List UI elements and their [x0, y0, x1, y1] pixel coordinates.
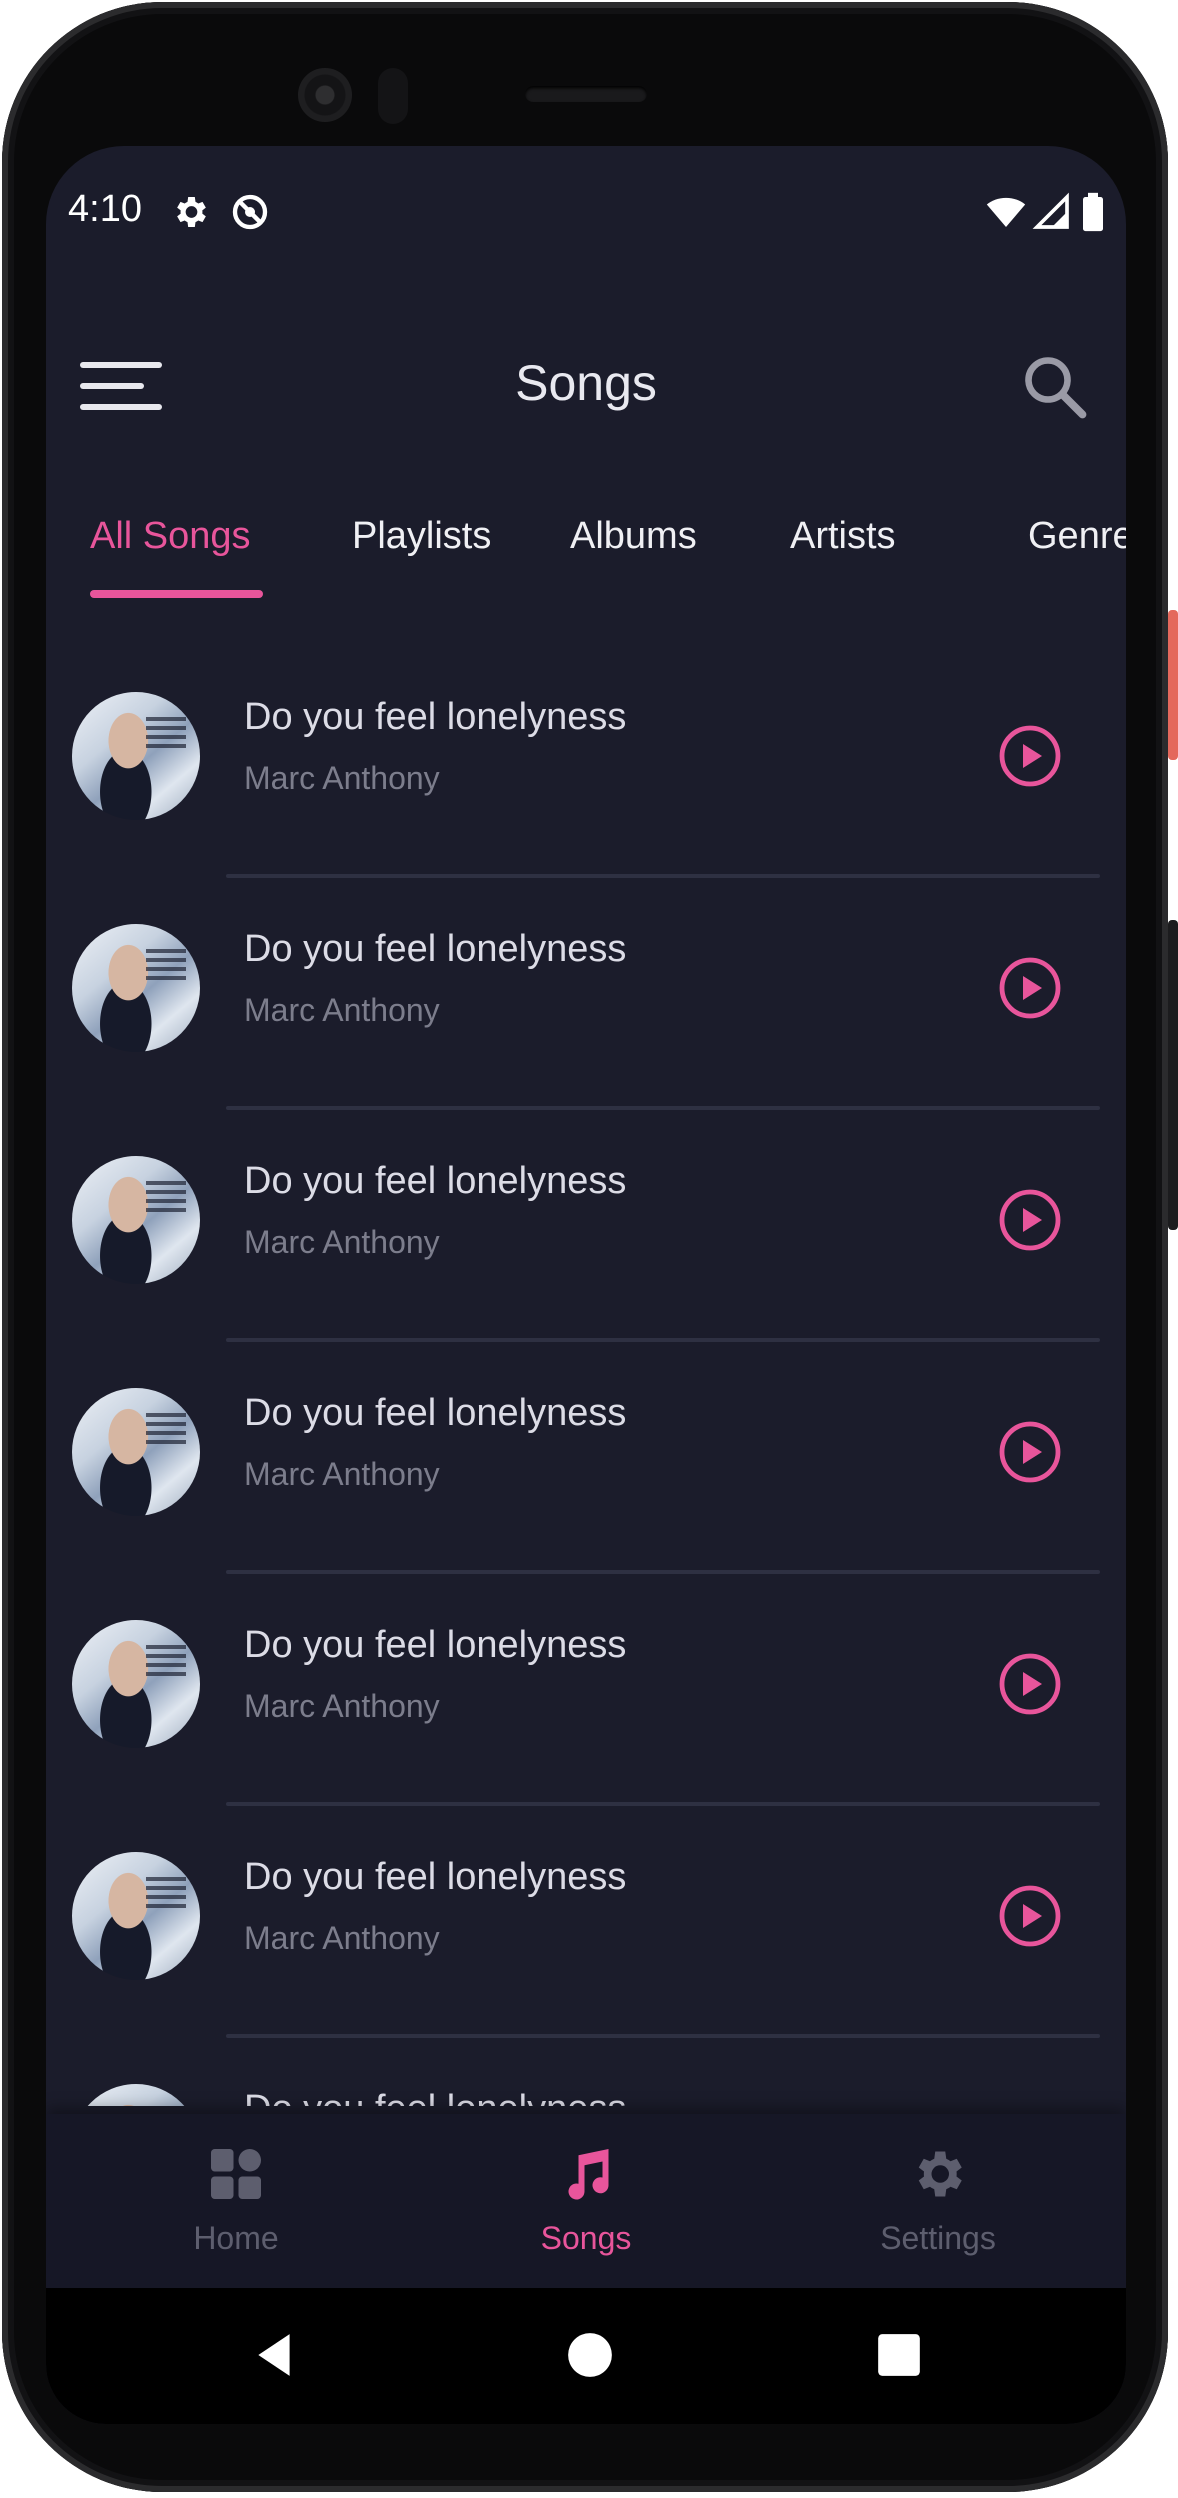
song-artist: Marc Anthony: [244, 1688, 440, 1724]
play-icon[interactable]: [998, 724, 1062, 788]
wifi-icon: [986, 197, 1026, 227]
song-title: Do you feel lonelyness: [244, 2088, 626, 2106]
song-row[interactable]: Do you feel lonelyness: [46, 2038, 1126, 2106]
tab-artists[interactable]: Artists: [790, 496, 896, 576]
album-cover: [72, 2084, 200, 2106]
song-row[interactable]: Do you feel lonelyness Marc Anthony: [46, 1110, 1126, 1342]
grid-icon: [211, 2149, 261, 2199]
song-list: Do you feel lonelyness Marc Anthony Do y…: [46, 646, 1126, 2106]
song-row[interactable]: Do you feel lonelyness Marc Anthony: [46, 1574, 1126, 1806]
signal-icon: [1032, 192, 1069, 229]
song-row[interactable]: Do you feel lonelyness Marc Anthony: [46, 1806, 1126, 2038]
nav-home[interactable]: Home: [86, 2114, 386, 2288]
song-artist: Marc Anthony: [244, 760, 440, 796]
home-icon[interactable]: [565, 2330, 615, 2380]
status-time: 4:10: [68, 188, 142, 230]
play-icon[interactable]: [998, 956, 1062, 1020]
search-icon[interactable]: [1018, 350, 1090, 422]
play-icon[interactable]: [998, 1652, 1062, 1716]
tab-playlists[interactable]: Playlists: [352, 496, 491, 576]
volume-button: [1168, 920, 1178, 1230]
song-row[interactable]: Do you feel lonelyness Marc Anthony: [46, 1342, 1126, 1574]
song-artist: Marc Anthony: [244, 1224, 440, 1260]
nav-home-label: Home: [193, 2220, 279, 2256]
tab-indicator: [90, 590, 263, 598]
nav-settings[interactable]: Settings: [788, 2114, 1088, 2288]
nav-songs[interactable]: Songs: [436, 2114, 736, 2288]
album-cover: [72, 1620, 200, 1748]
earpiece-speaker: [525, 86, 647, 102]
status-bar: 4:10: [46, 146, 1126, 276]
recents-icon[interactable]: [874, 2330, 924, 2380]
gear-icon: [177, 197, 206, 227]
tab-all-songs[interactable]: All Songs: [90, 496, 251, 576]
music-note-icon: [568, 2149, 609, 2200]
album-cover: [72, 1388, 200, 1516]
do-not-disturb-icon: [232, 194, 268, 230]
nav-settings-label: Settings: [880, 2220, 996, 2256]
song-artist: Marc Anthony: [244, 992, 440, 1028]
song-artist: Marc Anthony: [244, 1920, 440, 1956]
page-title: Songs: [515, 355, 657, 411]
tab-genre[interactable]: Genre: [1028, 496, 1126, 576]
app-screen: 4:10 Songs All Songs Playlists Albums Ar…: [46, 146, 1126, 2424]
front-camera: [298, 68, 352, 122]
song-title: Do you feel lonelyness: [244, 928, 627, 970]
system-navigation-bar: [46, 2288, 1126, 2424]
album-cover: [72, 924, 200, 1052]
song-title: Do you feel lonelyness: [244, 1624, 627, 1666]
song-title: Do you feel lonelyness: [244, 1160, 627, 1202]
album-cover: [72, 692, 200, 820]
song-row[interactable]: Do you feel lonelyness Marc Anthony: [46, 878, 1126, 1110]
nav-songs-label: Songs: [540, 2220, 632, 2256]
song-row[interactable]: Do you feel lonelyness Marc Anthony: [46, 646, 1126, 878]
app-header: Songs: [46, 306, 1126, 446]
back-icon[interactable]: [250, 2330, 300, 2380]
power-button: [1168, 610, 1178, 760]
gear-icon: [918, 2151, 962, 2197]
song-artist: Marc Anthony: [244, 1456, 440, 1492]
category-tabs: All Songs Playlists Albums Artists Genre: [46, 496, 1126, 606]
tab-albums[interactable]: Albums: [570, 496, 697, 576]
song-title: Do you feel lonelyness: [244, 696, 627, 738]
play-icon[interactable]: [998, 1420, 1062, 1484]
proximity-sensor: [378, 68, 408, 124]
song-title: Do you feel lonelyness: [244, 1856, 627, 1898]
play-icon[interactable]: [998, 1188, 1062, 1252]
bottom-navigation: Home Songs Settings: [46, 2114, 1126, 2288]
album-cover: [72, 1852, 200, 1980]
play-icon[interactable]: [998, 1884, 1062, 1948]
battery-icon: [1083, 192, 1103, 232]
song-title: Do you feel lonelyness: [244, 1392, 627, 1434]
album-cover: [72, 1156, 200, 1284]
